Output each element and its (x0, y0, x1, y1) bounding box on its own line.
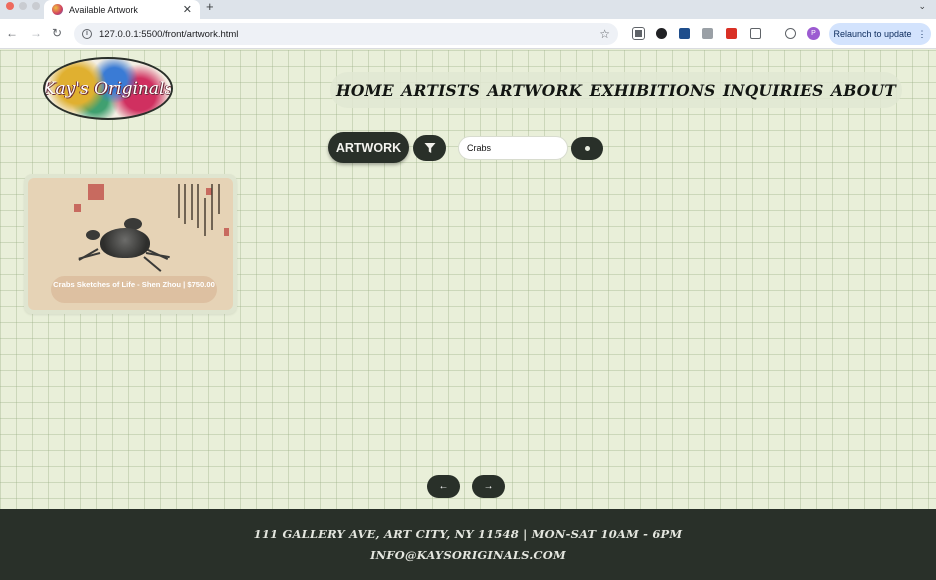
relaunch-button[interactable]: Relaunch to update ⋮ (829, 23, 931, 45)
search-input[interactable] (458, 136, 568, 160)
calligraphy-column (218, 184, 220, 214)
back-arrow-icon[interactable]: ← (6, 26, 18, 40)
forward-arrow-icon[interactable]: → (30, 26, 42, 40)
more-menu-icon: ⋮ (917, 28, 927, 39)
cast-extension-icon[interactable] (632, 27, 645, 40)
github-extension-icon[interactable] (656, 28, 667, 39)
red-seal-icon (74, 204, 81, 212)
calligraphy-column (191, 184, 193, 220)
footer-email[interactable]: INFO@KAYSORIGINALS.COM (0, 548, 936, 562)
browser-toolbar: ← → ↻ i 127.0.0.1:5500/front/artwork.htm… (0, 19, 936, 49)
tab-groups-icon[interactable] (785, 28, 796, 39)
reload-icon[interactable]: ↻ (52, 26, 62, 40)
tab-search-chevron-icon[interactable]: ⌄ (918, 1, 926, 12)
bookmark-star-icon[interactable]: ☆ (599, 27, 610, 41)
nav-artwork[interactable]: ARTWORK (487, 81, 582, 100)
browser-tab-bar: Available Artwork ✕ + ⌄ (0, 0, 936, 19)
browser-tab[interactable]: Available Artwork ✕ (44, 0, 200, 19)
relaunch-label: Relaunch to update (833, 29, 912, 39)
artwork-image: Crabs Sketches of Life - Shen Zhou | $75… (28, 178, 233, 310)
minimize-window-icon[interactable] (19, 2, 27, 10)
filter-funnel-icon (424, 143, 435, 153)
crab-illustration (100, 228, 150, 258)
url-text[interactable]: 127.0.0.1:5500/front/artwork.html (99, 29, 599, 40)
close-tab-icon[interactable]: ✕ (183, 3, 192, 16)
logo-text: Kay's Originals (43, 78, 173, 99)
site-info-icon[interactable]: i (82, 29, 92, 39)
address-bar[interactable]: i 127.0.0.1:5500/front/artwork.html ☆ (74, 23, 618, 45)
main-nav: HOME ARTISTS ARTWORK EXHIBITIONS INQUIRI… (330, 72, 902, 108)
footer-address: 111 GALLERY AVE, ART CITY, NY 11548 | MO… (253, 527, 683, 541)
profile-avatar[interactable]: P (807, 27, 820, 40)
red-seal-icon (88, 184, 104, 200)
artwork-caption[interactable]: Crabs Sketches of Life - Shen Zhou | $75… (51, 276, 217, 303)
site-footer: 111 GALLERY AVE, ART CITY, NY 11548 | MO… (0, 509, 936, 580)
page-content: Kay's Originals HOME ARTISTS ARTWORK EXH… (0, 50, 936, 509)
nav-about[interactable]: ABOUT (831, 81, 896, 100)
new-tab-icon[interactable]: + (206, 0, 214, 14)
tab-title: Available Artwork (69, 4, 138, 15)
calligraphy-column (184, 184, 186, 224)
crab-claw (86, 230, 100, 240)
nav-artists[interactable]: ARTISTS (401, 81, 480, 100)
pen-extension-icon[interactable] (702, 28, 713, 39)
image-extension-icon[interactable] (679, 28, 690, 39)
favicon-icon (52, 4, 63, 15)
red-seal-icon (224, 228, 229, 236)
prev-page-button[interactable]: ← (427, 475, 460, 498)
site-logo[interactable]: Kay's Originals (43, 57, 173, 120)
search-button[interactable] (571, 137, 603, 160)
calligraphy-column (178, 184, 180, 218)
nav-exhibitions[interactable]: EXHIBITIONS (590, 81, 716, 100)
artwork-button[interactable]: ARTWORK (328, 132, 409, 163)
maximize-window-icon[interactable] (32, 2, 40, 10)
search-dot-icon (584, 146, 590, 151)
calligraphy-column (204, 198, 206, 236)
nav-inquiries[interactable]: INQUIRIES (723, 81, 824, 100)
calligraphy-column (197, 184, 199, 228)
artwork-card[interactable]: Crabs Sketches of Life - Shen Zhou | $75… (24, 174, 237, 314)
pdf-extension-icon[interactable] (726, 28, 737, 39)
calligraphy-column (211, 184, 213, 230)
crab-leg (143, 256, 162, 272)
close-window-icon[interactable] (6, 2, 14, 10)
extensions-puzzle-icon[interactable] (750, 28, 761, 39)
nav-home[interactable]: HOME (336, 81, 394, 100)
filter-button[interactable] (413, 135, 446, 161)
next-page-button[interactable]: → (472, 475, 505, 498)
